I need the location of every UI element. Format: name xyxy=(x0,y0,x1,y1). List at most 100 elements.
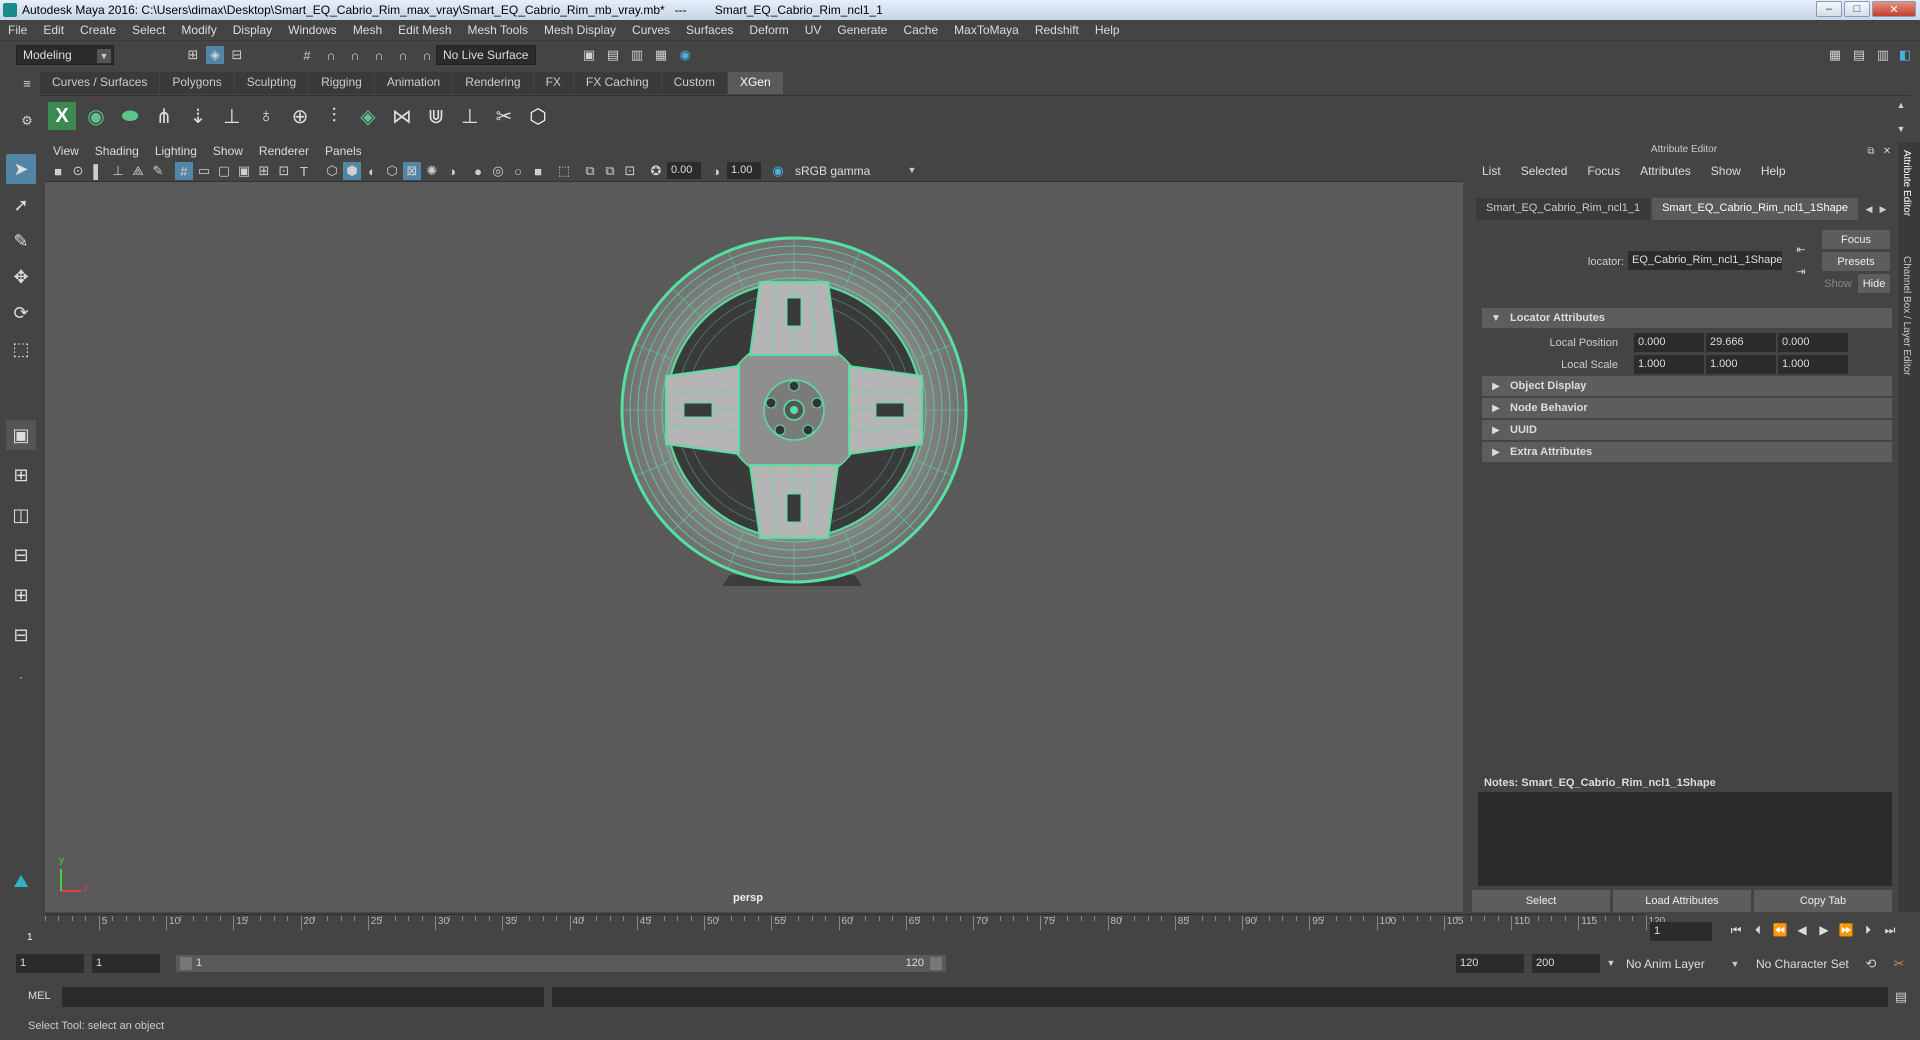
shelf-tab-rigging[interactable]: Rigging xyxy=(309,72,374,94)
viewport-canvas[interactable]: y x persp xyxy=(45,182,1463,912)
motion-blur-icon[interactable]: ◎ xyxy=(489,162,507,180)
menu-mesh-display[interactable]: Mesh Display xyxy=(536,23,624,37)
viewport-menu-panels[interactable]: Panels xyxy=(317,144,370,158)
gate-mask-icon[interactable]: ▣ xyxy=(235,162,253,180)
image-plane-icon[interactable]: ⊥ xyxy=(109,162,127,180)
menu-surfaces[interactable]: Surfaces xyxy=(678,23,741,37)
isolate-select-icon[interactable]: ⬚ xyxy=(555,162,573,180)
menu-help[interactable]: Help xyxy=(1087,23,1128,37)
shelf-tab-xgen[interactable]: XGen xyxy=(727,72,783,94)
xgen-lengthen-guide-icon[interactable]: ♁ xyxy=(252,102,280,130)
select-by-object-icon[interactable]: ◈ xyxy=(206,46,224,64)
uuid-section[interactable]: ▶ UUID xyxy=(1482,420,1892,440)
xgen-sculpt-guide-icon[interactable]: ⊥ xyxy=(218,102,246,130)
local-position-x-field[interactable]: 0.000 xyxy=(1634,333,1704,352)
viewport-menu-renderer[interactable]: Renderer xyxy=(251,144,317,158)
menu-cache[interactable]: Cache xyxy=(895,23,946,37)
xgen-create-description-icon[interactable]: ⬬ xyxy=(116,102,144,130)
side-tab-attribute-editor[interactable]: Attribute Editor xyxy=(1901,150,1912,216)
local-position-z-field[interactable]: 0.000 xyxy=(1778,333,1848,352)
xgen-cut-icon[interactable]: ⊥ xyxy=(456,102,484,130)
focus-button[interactable]: Focus xyxy=(1822,230,1890,249)
show-button[interactable]: Show xyxy=(1822,274,1854,293)
menu-windows[interactable]: Windows xyxy=(280,23,345,37)
character-set-dropdown[interactable]: No Character Set xyxy=(1750,954,1870,974)
ae-menu-show[interactable]: Show xyxy=(1701,164,1751,184)
shadows-icon[interactable]: ◑ xyxy=(443,162,461,180)
playback-end-field[interactable]: 120 xyxy=(1456,954,1524,973)
make-live-icon[interactable]: ∩ xyxy=(418,46,436,64)
go-to-input-icon[interactable]: ⇤ xyxy=(1792,240,1810,258)
node-behavior-section[interactable]: ▶ Node Behavior xyxy=(1482,398,1892,418)
xgen-preview-icon[interactable]: ◉ xyxy=(82,102,110,130)
ae-tab-transform[interactable]: Smart_EQ_Cabrio_Rim_ncl1_1 xyxy=(1476,198,1651,220)
range-slider-end-handle[interactable] xyxy=(930,957,942,970)
shelf-tab-fx[interactable]: FX xyxy=(533,72,573,94)
ae-menu-selected[interactable]: Selected xyxy=(1511,164,1578,184)
xgen-clump-icon[interactable]: ⋈ xyxy=(388,102,416,130)
ae-menu-focus[interactable]: Focus xyxy=(1577,164,1630,184)
local-scale-x-field[interactable]: 1.000 xyxy=(1634,355,1704,374)
anim-layer-dropdown[interactable]: No Anim Layer ▼ xyxy=(1620,954,1744,974)
maximize-button[interactable]: □ xyxy=(1844,1,1870,17)
use-all-lights-icon[interactable]: ✺ xyxy=(423,162,441,180)
chevron-down-icon[interactable]: ▼ xyxy=(1602,954,1620,972)
command-language-label[interactable]: MEL xyxy=(28,990,51,1002)
local-scale-y-field[interactable]: 1.000 xyxy=(1706,355,1776,374)
grid-icon[interactable]: # xyxy=(175,162,193,180)
wireframe-on-shaded-icon[interactable]: ⬡ xyxy=(383,162,401,180)
menu-mesh[interactable]: Mesh xyxy=(345,23,390,37)
go-to-start-icon[interactable]: ⏮ xyxy=(1728,922,1744,938)
menu-generate[interactable]: Generate xyxy=(829,23,895,37)
presets-button[interactable]: Presets xyxy=(1822,252,1890,271)
gamma-field[interactable]: 1.00 xyxy=(727,162,761,179)
tab-scroll-right-icon[interactable]: ▶ xyxy=(1874,200,1892,218)
live-surface-field[interactable]: No Live Surface xyxy=(436,45,536,65)
menu-select[interactable]: Select xyxy=(124,23,173,37)
current-frame-field[interactable]: 1 xyxy=(1650,922,1712,941)
shelf-tab-fx-caching[interactable]: FX Caching xyxy=(573,72,661,94)
shelf-tab-rendering[interactable]: Rendering xyxy=(453,72,533,94)
layout-more-icon[interactable]: · xyxy=(6,662,36,692)
backface-culling-icon[interactable]: ⊡ xyxy=(621,162,639,180)
play-backwards-icon[interactable]: ◀ xyxy=(1794,922,1810,938)
bookmark-icon[interactable]: ▌ xyxy=(89,162,107,180)
menu-curves[interactable]: Curves xyxy=(624,23,678,37)
rotate-tool-icon[interactable]: ⟳ xyxy=(6,298,36,328)
menu-redshift[interactable]: Redshift xyxy=(1027,23,1087,37)
side-tab-channel-box[interactable]: Channel Box / Layer Editor xyxy=(1901,256,1912,376)
select-tool-icon[interactable]: ➤ xyxy=(6,154,36,184)
modeling-toolkit-icon[interactable]: ▦ xyxy=(1826,46,1844,64)
render-view-icon[interactable]: ▣ xyxy=(580,46,598,64)
snap-to-point-icon[interactable]: ∩ xyxy=(346,46,364,64)
go-to-output-icon[interactable]: ⇥ xyxy=(1792,262,1810,280)
step-back-frame-icon[interactable]: ⏴ xyxy=(1750,922,1766,938)
menu-mesh-tools[interactable]: Mesh Tools xyxy=(460,23,536,37)
playback-start-field[interactable]: 1 xyxy=(92,954,160,973)
field-chart-icon[interactable]: ⊞ xyxy=(255,162,273,180)
snap-to-surface-icon[interactable]: ∩ xyxy=(394,46,412,64)
exposure-icon[interactable]: ✪ xyxy=(647,162,665,180)
xgen-bend-guide-icon[interactable]: ⫶ xyxy=(320,102,348,130)
color-space-dropdown[interactable]: sRGB gamma ▼ xyxy=(789,162,921,179)
exposure-field[interactable]: 0.00 xyxy=(667,162,701,179)
range-slider-start-handle[interactable] xyxy=(180,957,192,970)
shelf-options-icon[interactable]: ⚙ xyxy=(18,112,36,130)
scale-tool-icon[interactable]: ⬚ xyxy=(6,334,36,364)
default-lighting-icon[interactable]: ◐ xyxy=(363,162,381,180)
xgen-comb-icon[interactable]: ⋓ xyxy=(422,102,450,130)
lasso-tool-icon[interactable]: ➚ xyxy=(6,190,36,220)
local-scale-z-field[interactable]: 1.000 xyxy=(1778,355,1848,374)
two-d-pan-zoom-icon[interactable]: ⟁ xyxy=(129,162,147,180)
menu-file[interactable]: File xyxy=(0,23,35,37)
ae-select-button[interactable]: Select xyxy=(1472,890,1610,912)
ae-menu-list[interactable]: List xyxy=(1472,164,1511,184)
animation-start-field[interactable]: 1 xyxy=(16,954,84,973)
wireframe-icon[interactable]: ⬡ xyxy=(323,162,341,180)
single-perspective-layout-icon[interactable]: ▣ xyxy=(6,420,36,450)
viewport-menu-shading[interactable]: Shading xyxy=(87,144,147,158)
xgen-editor-icon[interactable]: X xyxy=(48,102,76,130)
node-name-field[interactable]: EQ_Cabrio_Rim_ncl1_1Shape xyxy=(1628,251,1782,270)
two-panes-side-layout-icon[interactable]: ◫ xyxy=(6,500,36,530)
hypershade-icon[interactable]: ◉ xyxy=(676,46,694,64)
